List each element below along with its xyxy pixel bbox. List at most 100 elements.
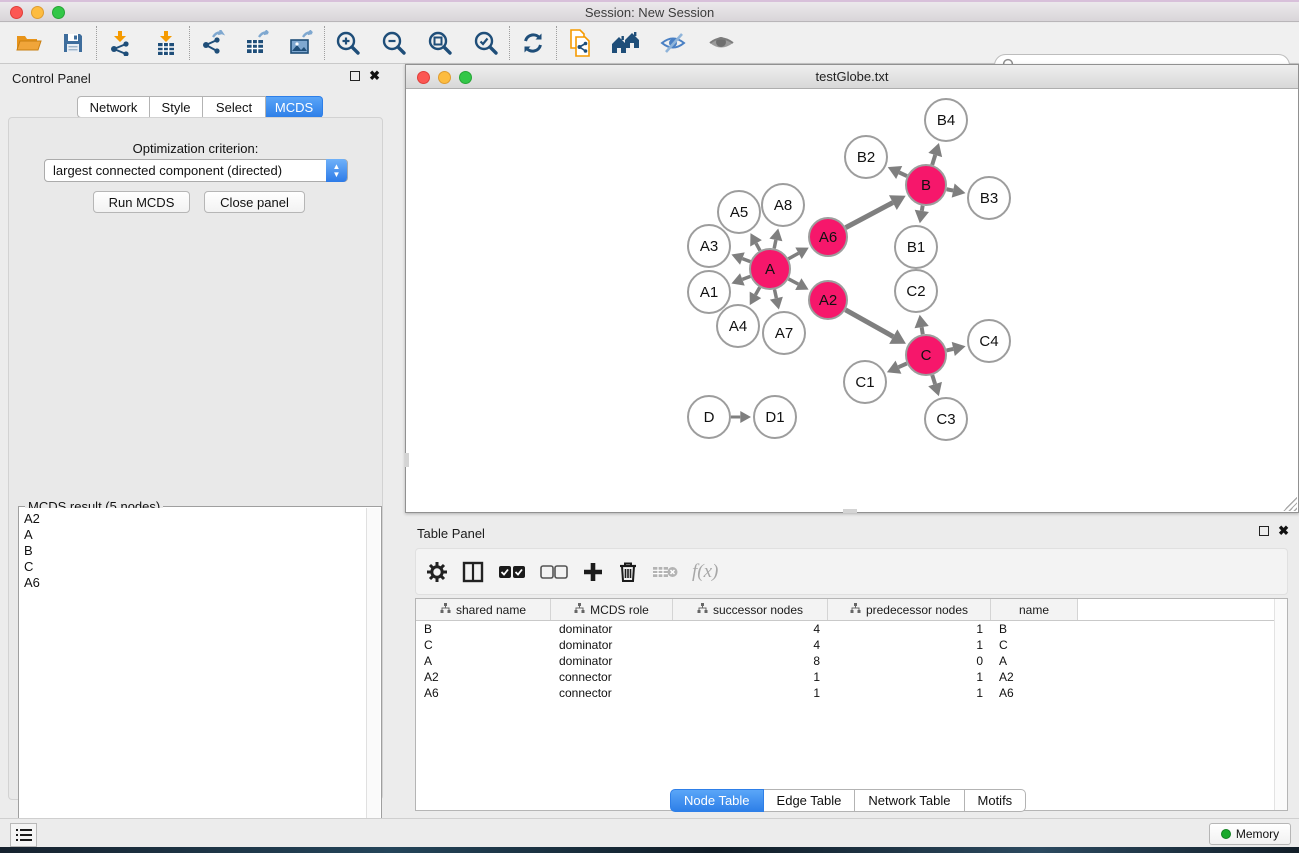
task-history-button[interactable] bbox=[10, 823, 37, 847]
graph-edge[interactable] bbox=[932, 375, 935, 384]
memory-button[interactable]: Memory bbox=[1209, 823, 1291, 845]
column-header-predecessor-nodes[interactable]: predecessor nodes bbox=[828, 599, 991, 620]
cell-successor-nodes[interactable]: 4 bbox=[673, 638, 828, 652]
cell-MCDS-role[interactable]: dominator bbox=[551, 622, 673, 636]
graph-edge[interactable] bbox=[742, 259, 750, 262]
tab-motifs[interactable]: Motifs bbox=[965, 789, 1027, 812]
cell-successor-nodes[interactable]: 1 bbox=[673, 670, 828, 684]
mcds-result-list[interactable]: A2ABCA6 bbox=[20, 508, 366, 845]
graph-edge[interactable] bbox=[774, 240, 776, 248]
cell-shared-name[interactable]: A2 bbox=[416, 670, 551, 684]
close-panel-icon[interactable]: ✖ bbox=[369, 71, 380, 81]
cell-MCDS-role[interactable]: dominator bbox=[551, 638, 673, 652]
table-row-C[interactable]: Cdominator41C bbox=[416, 637, 1287, 653]
graph-edge[interactable] bbox=[898, 363, 906, 367]
mcds-result-item[interactable]: C bbox=[24, 559, 366, 575]
tab-edge-table[interactable]: Edge Table bbox=[764, 789, 856, 812]
tab-network-table[interactable]: Network Table bbox=[855, 789, 964, 812]
table-row-A[interactable]: Adominator80A bbox=[416, 653, 1287, 669]
graph-edge[interactable] bbox=[922, 327, 923, 334]
mcds-result-item[interactable]: A6 bbox=[24, 575, 366, 591]
export-table-icon[interactable] bbox=[240, 26, 274, 60]
cell-successor-nodes[interactable]: 4 bbox=[673, 622, 828, 636]
graph-edge[interactable] bbox=[946, 349, 953, 351]
delete-table-icon[interactable] bbox=[652, 564, 678, 580]
cell-name[interactable]: A2 bbox=[991, 670, 1078, 684]
delete-column-icon[interactable] bbox=[618, 561, 638, 583]
graph-edge[interactable] bbox=[845, 310, 893, 337]
save-session-icon[interactable] bbox=[56, 26, 90, 60]
cell-successor-nodes[interactable]: 8 bbox=[673, 654, 828, 668]
tab-select[interactable]: Select bbox=[203, 96, 266, 118]
float-table-panel-icon[interactable] bbox=[1259, 526, 1269, 536]
zoom-in-icon[interactable] bbox=[331, 26, 365, 60]
cell-predecessor-nodes[interactable]: 1 bbox=[828, 670, 991, 684]
network-file-icon[interactable] bbox=[563, 26, 597, 60]
graph-edge[interactable] bbox=[789, 279, 799, 284]
import-table-icon[interactable] bbox=[149, 26, 183, 60]
cell-name[interactable]: C bbox=[991, 638, 1078, 652]
cell-predecessor-nodes[interactable]: 0 bbox=[828, 654, 991, 668]
graph-edge[interactable] bbox=[846, 203, 893, 228]
zoom-fit-icon[interactable] bbox=[423, 26, 457, 60]
cell-shared-name[interactable]: B bbox=[416, 622, 551, 636]
refresh-icon[interactable] bbox=[516, 26, 550, 60]
cell-MCDS-role[interactable]: connector bbox=[551, 670, 673, 684]
graph-edge[interactable] bbox=[932, 155, 935, 165]
cell-MCDS-role[interactable]: dominator bbox=[551, 654, 673, 668]
tab-mcds[interactable]: MCDS bbox=[266, 96, 323, 118]
tab-node-table[interactable]: Node Table bbox=[670, 789, 764, 812]
mcds-result-item[interactable]: A bbox=[24, 527, 366, 543]
run-mcds-button[interactable]: Run MCDS bbox=[93, 191, 190, 213]
cell-name[interactable]: A6 bbox=[991, 686, 1078, 700]
graph-edge[interactable] bbox=[742, 276, 750, 279]
zoom-selected-icon[interactable] bbox=[469, 26, 503, 60]
function-builder-icon[interactable]: f(x) bbox=[692, 561, 718, 583]
show-panel-icon[interactable] bbox=[705, 26, 739, 60]
tab-style[interactable]: Style bbox=[150, 96, 203, 118]
deselect-all-icon[interactable] bbox=[540, 565, 568, 579]
hide-panel-icon[interactable] bbox=[657, 26, 691, 60]
network-canvas[interactable]: B4B2BB3A8A5A6A3B1AA1C2A2A4A7C4CC1DD1C3 bbox=[406, 89, 1298, 512]
table-row-A6[interactable]: A6connector11A6 bbox=[416, 685, 1287, 701]
window-resize-grip[interactable] bbox=[1283, 497, 1297, 511]
cell-name[interactable]: A bbox=[991, 654, 1078, 668]
cell-predecessor-nodes[interactable]: 1 bbox=[828, 638, 991, 652]
gear-icon[interactable] bbox=[426, 561, 448, 583]
export-image-icon[interactable] bbox=[284, 26, 318, 60]
cell-name[interactable]: B bbox=[991, 622, 1078, 636]
cell-predecessor-nodes[interactable]: 1 bbox=[828, 622, 991, 636]
open-session-icon[interactable] bbox=[12, 26, 46, 60]
table-row-A2[interactable]: A2connector11A2 bbox=[416, 669, 1287, 685]
float-panel-icon[interactable] bbox=[350, 71, 360, 81]
graph-edge[interactable] bbox=[922, 206, 923, 211]
split-columns-icon[interactable] bbox=[462, 561, 484, 583]
cell-shared-name[interactable]: A6 bbox=[416, 686, 551, 700]
cell-successor-nodes[interactable]: 1 bbox=[673, 686, 828, 700]
export-network-icon[interactable] bbox=[196, 26, 230, 60]
graph-edge[interactable] bbox=[774, 290, 776, 299]
table-scrollbar[interactable] bbox=[1274, 599, 1287, 810]
column-header-name[interactable]: name bbox=[991, 599, 1078, 620]
mcds-result-scrollbar[interactable] bbox=[366, 508, 380, 845]
graph-edge[interactable] bbox=[947, 189, 954, 190]
mcds-result-item[interactable]: B bbox=[24, 543, 366, 559]
close-panel-button[interactable]: Close panel bbox=[204, 191, 305, 213]
mcds-result-item[interactable]: A2 bbox=[24, 511, 366, 527]
cell-shared-name[interactable]: C bbox=[416, 638, 551, 652]
column-header-MCDS-role[interactable]: MCDS role bbox=[551, 599, 673, 620]
home-icon[interactable] bbox=[609, 26, 643, 60]
graph-edge[interactable] bbox=[899, 172, 907, 176]
import-network-icon[interactable] bbox=[103, 26, 137, 60]
column-header-successor-nodes[interactable]: successor nodes bbox=[673, 599, 828, 620]
tab-network[interactable]: Network bbox=[77, 96, 150, 118]
graph-edge[interactable] bbox=[755, 287, 759, 295]
criterion-select[interactable]: largest connected component (directed) ▲… bbox=[44, 159, 348, 182]
cell-predecessor-nodes[interactable]: 1 bbox=[828, 686, 991, 700]
close-table-panel-icon[interactable]: ✖ bbox=[1278, 526, 1289, 536]
network-window-titlebar[interactable]: testGlobe.txt bbox=[406, 65, 1298, 89]
cell-shared-name[interactable]: A bbox=[416, 654, 551, 668]
zoom-out-icon[interactable] bbox=[377, 26, 411, 60]
table-row-B[interactable]: Bdominator41B bbox=[416, 621, 1287, 637]
column-header-shared-name[interactable]: shared name bbox=[416, 599, 551, 620]
